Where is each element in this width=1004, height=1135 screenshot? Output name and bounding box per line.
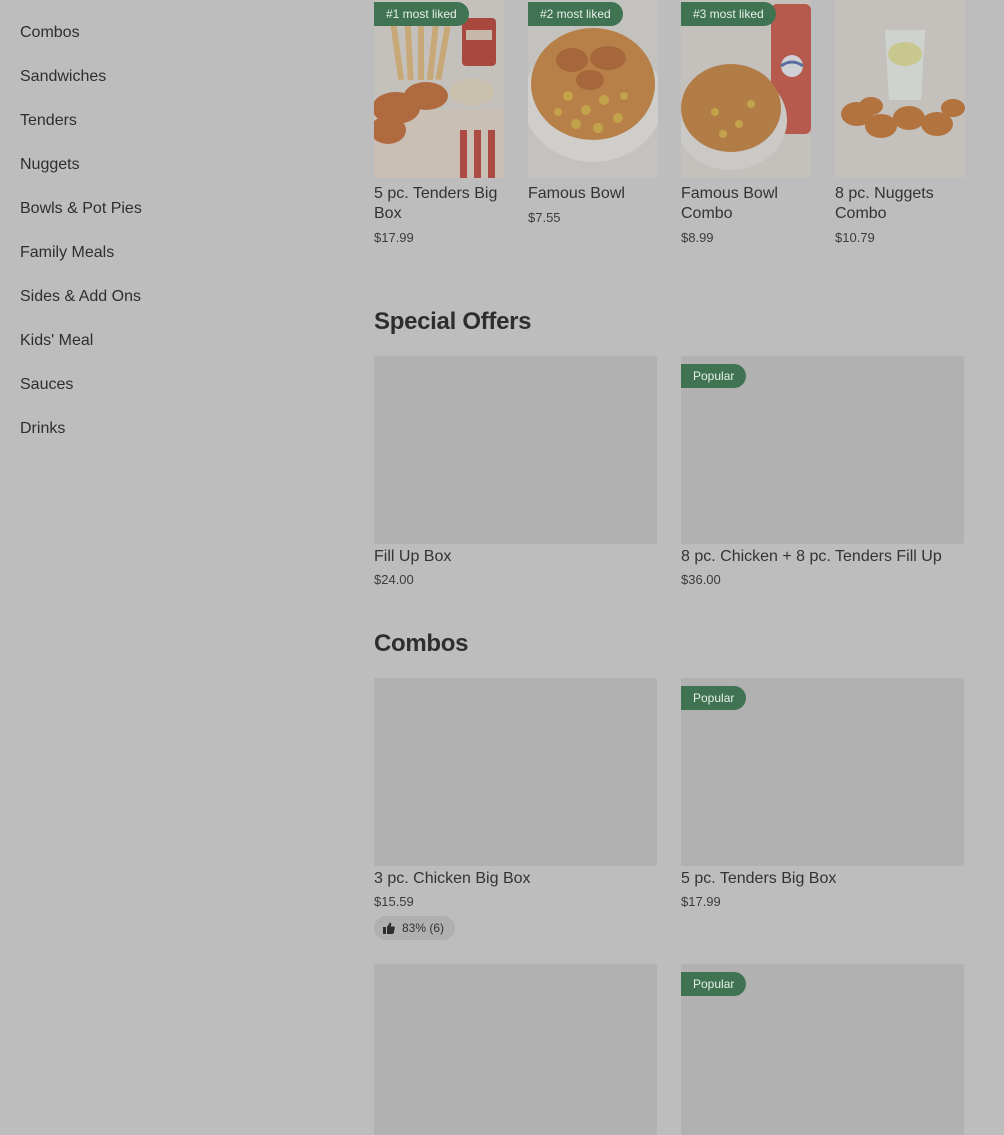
nuggets-combo-image [835,0,965,178]
special-offers-heading: Special Offers [374,308,532,335]
sidebar-item-sandwiches[interactable]: Sandwiches [20,68,106,86]
item-price: $36.00 [681,572,721,587]
sidebar-item-combos[interactable]: Combos [20,24,80,42]
most-liked-item-4[interactable]: 8 pc. Nuggets Combo $10.79 [835,0,965,245]
special-offer-card-2[interactable]: Popular 8 pc. Chicken + 8 pc. Tenders Fi… [681,356,964,587]
sidebar-item-bowls-pot-pies[interactable]: Bowls & Pot Pies [20,200,142,218]
combo-card-1[interactable]: 3 pc. Chicken Big Box $15.59 83% (6) [374,678,657,940]
popular-badge: Popular [681,686,747,710]
thumbs-up-icon [383,922,395,934]
most-liked-item-1[interactable]: #1 most liked 5 pc. Tenders Big Box $17.… [374,0,504,245]
most-liked-badge: #1 most liked [374,2,469,26]
most-liked-item-2[interactable]: #2 most liked Famous Bowl $7.55 [528,0,658,225]
menu-content: #1 most liked 5 pc. Tenders Big Box $17.… [374,0,965,1135]
category-sidebar: Combos Sandwiches Tenders Nuggets Bowls … [0,0,350,1135]
special-offer-card-1[interactable]: Fill Up Box $24.00 [374,356,657,587]
item-name: 5 pc. Tenders Big Box [374,185,498,222]
item-name: 3 pc. Chicken Big Box [374,870,531,887]
item-name: Famous Bowl Combo [681,185,778,222]
sidebar-item-sauces[interactable]: Sauces [20,376,73,394]
combos-heading: Combos [374,630,469,657]
item-price: $10.79 [835,230,875,245]
item-price: $7.55 [528,210,561,225]
sidebar-item-tenders[interactable]: Tenders [20,112,77,130]
item-price: $24.00 [374,572,414,587]
tenders-big-box-image [374,0,504,178]
item-image-placeholder [374,678,657,866]
sidebar-item-family-meals[interactable]: Family Meals [20,244,114,262]
item-image-placeholder [374,964,657,1135]
rating-value: 83% (6) [402,921,445,935]
most-liked-badge: #3 most liked [681,2,776,26]
combo-card-4[interactable]: Popular [681,964,964,1135]
sidebar-item-nuggets[interactable]: Nuggets [20,156,80,174]
item-price: $17.99 [681,894,721,909]
item-name: 5 pc. Tenders Big Box [681,870,837,887]
popular-badge: Popular [681,972,747,996]
combo-card-3[interactable] [374,964,657,1135]
item-name: Famous Bowl [528,185,625,202]
item-image-placeholder [374,356,657,544]
most-liked-badge: #2 most liked [528,2,623,26]
most-liked-item-3[interactable]: #3 most liked Famous Bowl Combo $8.99 [681,0,811,245]
sidebar-item-kids-meal[interactable]: Kids' Meal [20,332,93,350]
item-price: $17.99 [374,230,414,245]
item-name: Fill Up Box [374,548,452,565]
sidebar-item-drinks[interactable]: Drinks [20,420,65,438]
item-price: $8.99 [681,230,714,245]
combo-card-2[interactable]: Popular 5 pc. Tenders Big Box $17.99 [681,678,964,909]
item-name: 8 pc. Nuggets Combo [835,185,934,222]
famous-bowl-combo-image [681,0,811,178]
item-name: 8 pc. Chicken + 8 pc. Tenders Fill Up [681,548,942,565]
popular-badge: Popular [681,364,747,388]
famous-bowl-image [528,0,658,178]
sidebar-item-sides-add-ons[interactable]: Sides & Add Ons [20,288,141,306]
item-price: $15.59 [374,894,414,909]
rating-badge: 83% (6) [374,916,455,940]
